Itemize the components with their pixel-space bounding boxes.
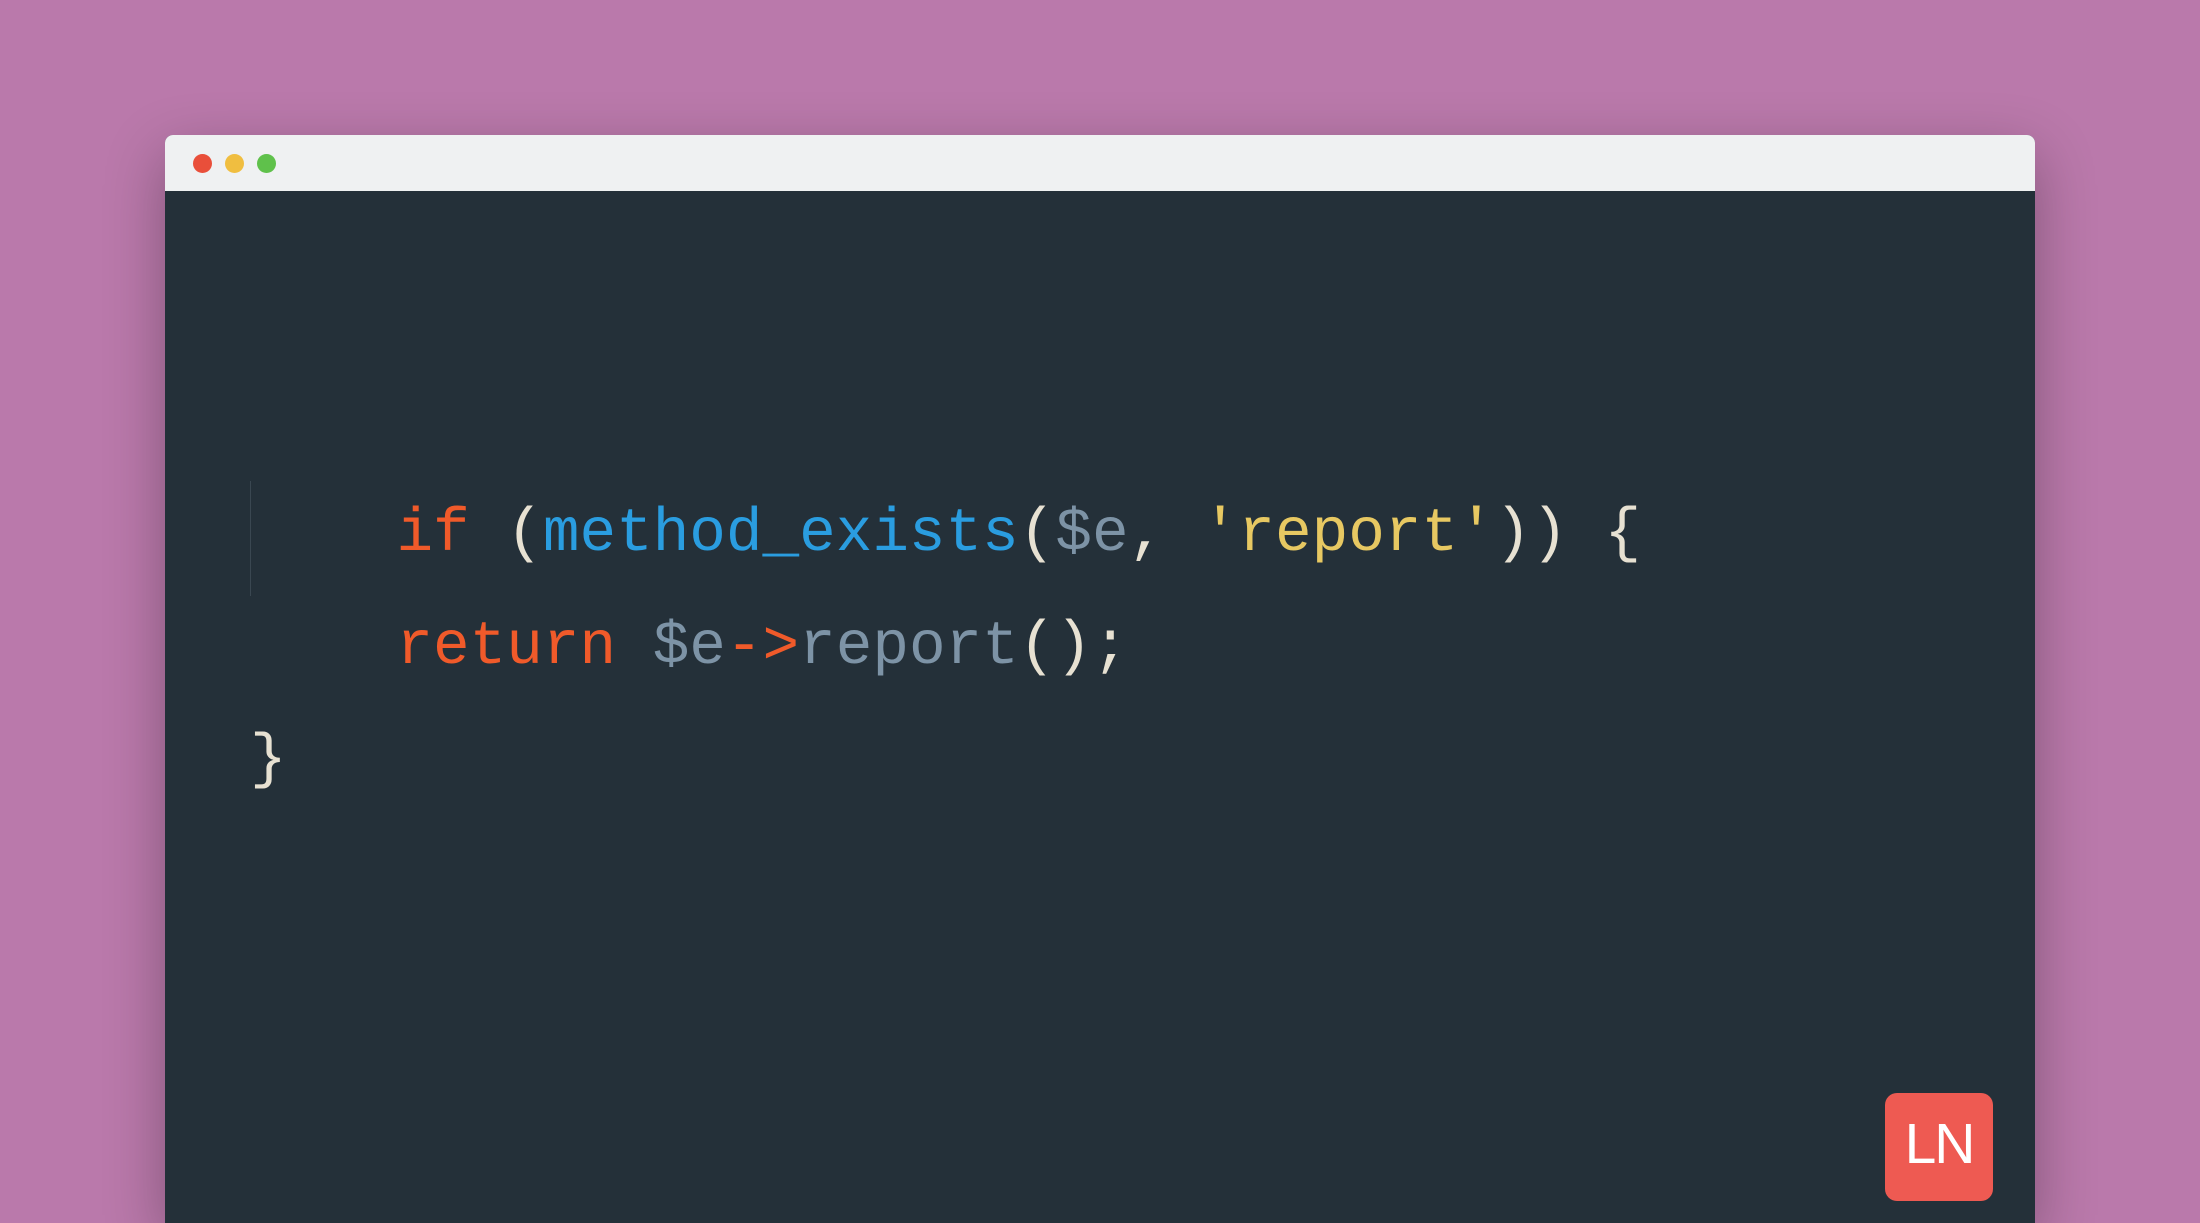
function-name: method_exists <box>543 500 1019 569</box>
arrow-operator: -> <box>726 613 799 682</box>
logo-text: LN <box>1905 1092 1974 1197</box>
editor-window: if (method_exists($e, 'report')) { retur… <box>165 135 2035 1223</box>
logo-badge: LN <box>1885 1093 1993 1201</box>
method-name: report <box>799 613 1019 682</box>
minimize-button[interactable] <box>225 154 244 173</box>
keyword-return: return <box>396 613 616 682</box>
space <box>616 613 653 682</box>
comma: , <box>1129 500 1202 569</box>
close-button[interactable] <box>193 154 212 173</box>
paren: ( <box>1019 500 1056 569</box>
space <box>470 500 507 569</box>
indent <box>250 613 396 682</box>
variable: $e <box>1055 500 1128 569</box>
keyword-if: if <box>396 500 469 569</box>
brace: } <box>250 726 287 795</box>
paren: ( <box>506 500 543 569</box>
string-literal: 'report' <box>1202 500 1495 569</box>
paren: ) <box>1495 500 1532 569</box>
indent-guide <box>250 481 251 596</box>
paren: ) <box>1531 500 1568 569</box>
window-titlebar <box>165 135 2035 191</box>
call-parens: (); <box>1019 613 1129 682</box>
brace: { <box>1605 500 1642 569</box>
maximize-button[interactable] <box>257 154 276 173</box>
code-editor: if (method_exists($e, 'report')) { retur… <box>165 191 2035 1223</box>
variable: $e <box>653 613 726 682</box>
space <box>1568 500 1605 569</box>
